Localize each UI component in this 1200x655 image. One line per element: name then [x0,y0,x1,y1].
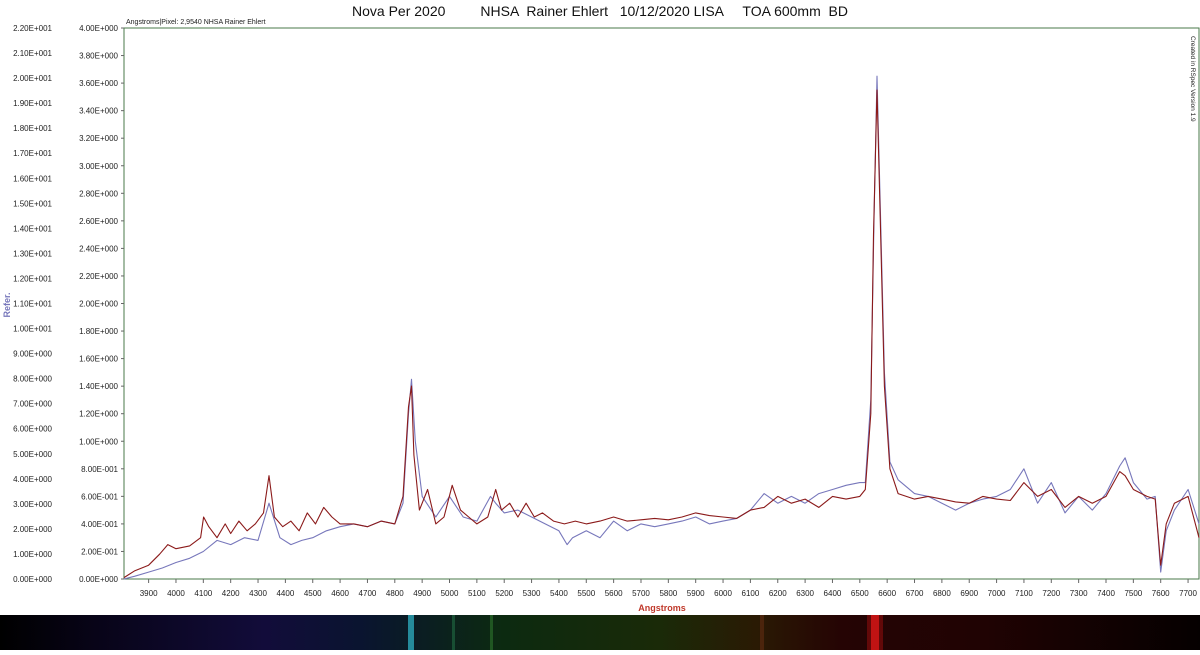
y-right-tick-label: 2.60E+000 [79,217,118,226]
x-tick-label: 6100 [742,589,760,598]
x-tick-label: 5200 [495,589,513,598]
y-left-tick-label: 2.20E+001 [13,24,52,33]
y-left-tick-label: 1.00E+001 [13,325,52,334]
x-tick-label: 5900 [687,589,705,598]
x-tick-label: 4800 [386,589,404,598]
y-left-tick-label: 1.60E+001 [13,174,52,183]
y-left-tick-label: 2.00E+001 [13,74,52,83]
x-tick-label: 6400 [824,589,842,598]
x-tick-label: 4300 [249,589,267,598]
x-tick-label: 5600 [605,589,623,598]
y-left-tick-label: 1.80E+001 [13,124,52,133]
x-tick-label: 4400 [276,589,294,598]
y-left-tick-label: 4.00E+000 [13,475,52,484]
y-left-tick-label: 1.50E+001 [13,199,52,208]
y-left-tick-label: 1.90E+001 [13,99,52,108]
x-tick-label: 6300 [796,589,814,598]
x-tick-label: 4200 [222,589,240,598]
y-right-tick-label: 3.40E+000 [79,107,118,116]
y-left-tick-label: 2.00E+000 [13,525,52,534]
spectrum-strip-image [0,615,1200,650]
spectrum-strip-graphic [0,615,1200,650]
left-axis-ticks: 0.00E+000 1.00E+000 2.00E+000 3.00E+000 4.00… [13,24,52,584]
x-tick-label: 6000 [714,589,732,598]
x-tick-label: 7300 [1070,589,1088,598]
chart-subtitle: Angstroms|Pixel: 2,9540 NHSA Rainer Ehle… [126,19,266,26]
x-tick-label: 4000 [167,589,185,598]
y-left-tick-label: 5.00E+000 [13,450,52,459]
y-right-tick-label: 2.00E+000 [79,300,118,309]
y-left-tick-label: 8.00E+000 [13,375,52,384]
x-axis-ticks: 3900 4000 4100 4200 4300 4400 4500 4600 4700 4800… [140,579,1198,598]
y-right-tick-label: 1.60E+000 [79,355,118,364]
y-right-tick-label: 2.40E+000 [79,244,118,253]
x-tick-label: 3900 [140,589,158,598]
x-tick-label: 7400 [1097,589,1115,598]
x-tick-label: 5300 [523,589,541,598]
y-left-tick-label: 0.00E+000 [13,575,52,584]
y-right-tick-label: 3.60E+000 [79,79,118,88]
x-tick-label: 7600 [1152,589,1170,598]
x-tick-label: 5100 [468,589,486,598]
y-left-tick-label: 1.20E+001 [13,274,52,283]
y-left-tick-label: 1.40E+001 [13,224,52,233]
y-left-tick-label: 1.30E+001 [13,249,52,258]
x-tick-label: 5400 [550,589,568,598]
x-tick-label: 7500 [1124,589,1142,598]
x-tick-label: 5500 [577,589,595,598]
y-left-tick-label: 9.00E+000 [13,350,52,359]
x-tick-label: 4900 [413,589,431,598]
x-tick-label: 4600 [331,589,349,598]
y-right-tick-label: 3.00E+000 [79,162,118,171]
x-tick-label: 6600 [878,589,896,598]
x-tick-label: 6200 [769,589,787,598]
y-right-tick-label: 1.00E+000 [79,437,118,446]
y-right-tick-label: 8.00E-001 [81,465,118,474]
x-tick-label: 6900 [960,589,978,598]
y-right-tick-label: 2.20E+000 [79,272,118,281]
x-tick-label: 7100 [1015,589,1033,598]
spectrum-chart: Angstroms|Pixel: 2,9540 NHSA Rainer Ehle… [2,19,1200,613]
y-right-tick-label: 3.80E+000 [79,52,118,61]
y-left-tick-label: 6.00E+000 [13,425,52,434]
x-tick-label: 5700 [632,589,650,598]
y-left-tick-label: 3.00E+000 [13,500,52,509]
y-right-tick-label: 1.20E+000 [79,410,118,419]
y-axis-label: Refer. [2,292,12,317]
y-right-tick-label: 1.80E+000 [79,327,118,336]
x-tick-label: 5800 [659,589,677,598]
y-right-tick-label: 2.80E+000 [79,189,118,198]
x-axis-label: Angstroms [638,603,686,613]
software-note: Created in RSpec Version 1.9 [1189,36,1196,122]
y-right-tick-label: 1.40E+000 [79,382,118,391]
x-tick-label: 6800 [933,589,951,598]
y-left-tick-label: 1.70E+001 [13,149,52,158]
x-tick-label: 5000 [441,589,459,598]
x-tick-label: 4100 [194,589,212,598]
y-right-tick-label: 4.00E-001 [81,520,118,529]
x-tick-label: 6700 [906,589,924,598]
x-tick-label: 4500 [304,589,322,598]
right-axis-ticks: 0.00E+000 2.00E-001 4.00E-001 6.00E-001 8.00… [79,24,124,584]
x-tick-label: 6500 [851,589,869,598]
y-right-tick-label: 4.00E+000 [79,24,118,33]
y-right-tick-label: 0.00E+000 [79,575,118,584]
x-tick-label: 7200 [1042,589,1060,598]
y-right-tick-label: 6.00E-001 [81,492,118,501]
x-tick-label: 7000 [988,589,1006,598]
y-right-tick-label: 3.20E+000 [79,134,118,143]
y-right-tick-label: 2.00E-001 [81,547,118,556]
y-left-tick-label: 1.10E+001 [13,300,52,309]
y-left-tick-label: 7.00E+000 [13,400,52,409]
x-tick-label: 7700 [1179,589,1197,598]
y-left-tick-label: 1.00E+000 [13,550,52,559]
y-left-tick-label: 2.10E+001 [13,49,52,58]
x-tick-label: 4700 [359,589,377,598]
